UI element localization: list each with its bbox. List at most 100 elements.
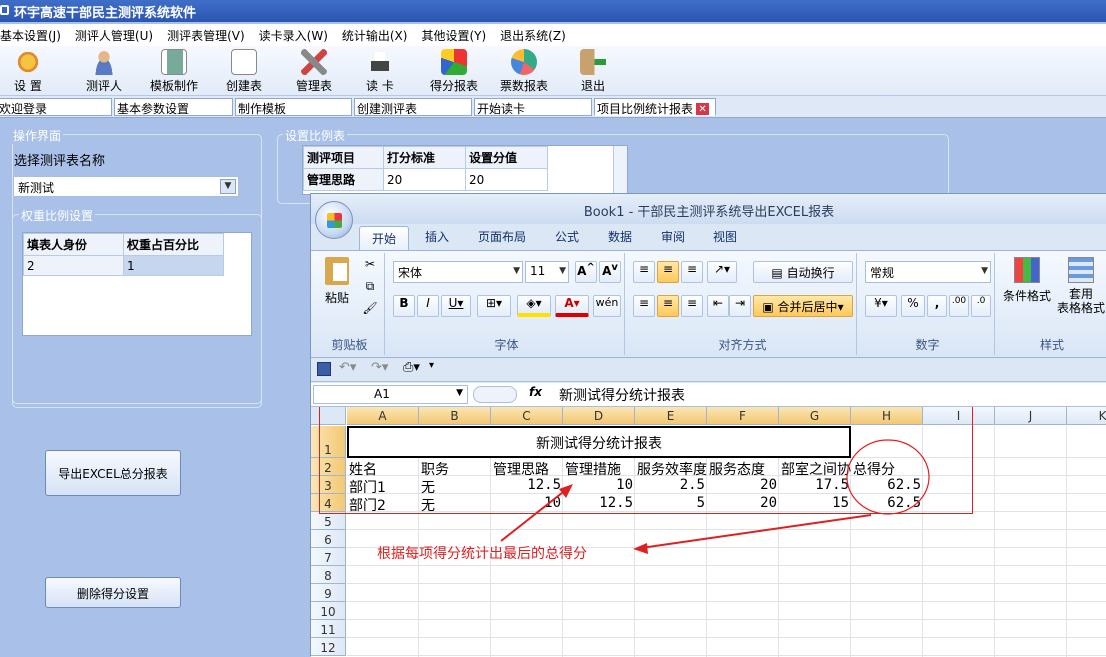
underline-icon[interactable]: U▾: [441, 295, 471, 317]
format-painter-icon[interactable]: 🖌: [361, 301, 379, 319]
score-report-button[interactable]: 得分报表: [430, 49, 478, 94]
create-form-button[interactable]: 创建表: [226, 49, 262, 94]
menu-basic-settings[interactable]: 基本设置(J): [0, 24, 61, 44]
weight-cell-percent[interactable]: 1: [123, 255, 224, 276]
number-group: 常规 ▼ ¥▾ % , .00 .0 数字: [861, 253, 995, 355]
bold-icon[interactable]: B: [393, 295, 415, 317]
delete-score-button[interactable]: 删除得分设置: [45, 577, 181, 608]
menu-other-settings[interactable]: 其他设置(Y): [421, 24, 486, 44]
menu-evaluator-management[interactable]: 测评人管理(U): [75, 24, 153, 44]
align-center-icon[interactable]: ≡: [657, 295, 679, 317]
tab-welcome[interactable]: 欢迎登录: [0, 98, 112, 116]
ratio-cell-standard[interactable]: 20: [383, 168, 466, 191]
menu-exit[interactable]: 退出系统(Z): [500, 24, 566, 44]
export-excel-button[interactable]: 导出EXCEL总分报表: [45, 450, 181, 496]
align-bottom-icon[interactable]: ≡: [681, 261, 703, 283]
undo-icon[interactable]: ↶▾: [339, 360, 356, 375]
border-icon[interactable]: ⊞▾: [477, 295, 511, 317]
name-box[interactable]: A1 ▼: [313, 385, 468, 404]
title-bar: 环宇高速干部民主测评系统软件: [0, 0, 1106, 22]
ribbon-tab-layout[interactable]: 页面布局: [478, 228, 526, 245]
conditional-format-button[interactable]: 条件格式: [999, 257, 1055, 321]
align-left-icon[interactable]: ≡: [633, 295, 655, 317]
manage-form-button[interactable]: 管理表: [296, 49, 332, 94]
ribbon-tab-data[interactable]: 数据: [608, 228, 632, 245]
weight-cell-role[interactable]: 2: [23, 255, 124, 276]
close-icon[interactable]: ✕: [696, 103, 710, 115]
read-card-button[interactable]: 读 卡: [366, 49, 394, 94]
wrap-text-button[interactable]: ▤ 自动换行: [753, 261, 853, 283]
tab-ratio-report[interactable]: 项目比例统计报表 ✕: [594, 98, 716, 116]
menu-form-management[interactable]: 测评表管理(V): [167, 24, 245, 44]
number-format-combo[interactable]: 常规 ▼: [865, 261, 991, 283]
weight-header-percent: 权重占百分比: [123, 233, 224, 256]
menu-stat-output[interactable]: 统计输出(X): [342, 24, 408, 44]
grow-font-icon[interactable]: A^: [575, 261, 597, 283]
ribbon-tab-insert[interactable]: 插入: [425, 228, 449, 245]
currency-icon[interactable]: ¥▾: [865, 295, 897, 317]
decrease-decimal-icon[interactable]: .0: [971, 295, 991, 317]
align-middle-icon[interactable]: ≡: [657, 261, 679, 283]
shrink-font-icon[interactable]: Av: [599, 261, 621, 283]
exit-button[interactable]: 退出: [580, 49, 606, 94]
tab-basic-params[interactable]: 基本参数设置: [114, 98, 233, 116]
font-size-combo[interactable]: 11 ▼: [525, 261, 569, 283]
worksheet: ABCDEFGHIJK 1 2 3 4 5 6 7 8 9 10 11 12 新测试得分统计报表 姓名…: [311, 407, 1106, 657]
settings-icon: [14, 49, 41, 75]
operation-group-title: 操作界面: [11, 127, 64, 144]
fill-color-icon[interactable]: ◈▾: [517, 295, 551, 317]
formula-toggle[interactable]: [473, 386, 517, 403]
vote-report-button[interactable]: 票数报表: [500, 49, 548, 94]
customize-qat-icon[interactable]: ▾: [429, 360, 434, 371]
evaluator-button[interactable]: 测评人: [86, 49, 122, 94]
tab-start-read[interactable]: 开始读卡: [474, 98, 592, 116]
increase-decimal-button[interactable]: .00: [949, 295, 969, 317]
phonetic-icon[interactable]: wén: [593, 295, 621, 317]
fx-icon[interactable]: fx: [529, 385, 542, 399]
select-form-label: 选择测评表名称: [14, 154, 106, 169]
font-color-icon[interactable]: A▾: [555, 295, 589, 317]
increase-indent-icon[interactable]: ⇥: [729, 295, 751, 317]
ratio-scrollbar[interactable]: [613, 146, 627, 194]
template-button[interactable]: 模板制作: [150, 49, 198, 94]
cut-icon[interactable]: ✂: [361, 257, 379, 275]
formula-bar: A1 ▼ fx 新测试得分统计报表: [311, 383, 1106, 407]
ribbon-tab-formulas[interactable]: 公式: [555, 228, 579, 245]
percent-button[interactable]: %: [901, 295, 925, 317]
ribbon-tab-view[interactable]: 视图: [713, 228, 737, 245]
italic-icon[interactable]: I: [417, 295, 439, 317]
paste-button[interactable]: 粘贴: [319, 255, 355, 313]
copy-icon[interactable]: ⧉: [361, 279, 379, 297]
clipboard-group-label: 剪贴板: [331, 338, 368, 352]
toolbar: 设 置 测评人 模板制作 创建表 管理表 读 卡 得分报表 票数报表 退出: [0, 46, 1106, 96]
chevron-down-icon: ▼: [981, 266, 988, 276]
align-group-label: 对齐方式: [718, 338, 767, 352]
ribbon-tab-home[interactable]: 开始: [359, 226, 410, 250]
comma-button[interactable]: ,: [927, 295, 947, 317]
align-right-icon[interactable]: ≡: [681, 295, 703, 317]
merge-center-button[interactable]: ▣ 合并后居中▾: [753, 295, 853, 317]
table-format-icon: [1068, 257, 1094, 283]
tab-template[interactable]: 制作模板: [235, 98, 352, 116]
decrease-indent-icon[interactable]: ⇤: [707, 295, 729, 317]
ratio-header-value: 设置分值: [465, 146, 548, 169]
align-top-icon[interactable]: ≡: [633, 261, 655, 283]
menu-card-input[interactable]: 读卡录入(W): [259, 24, 328, 44]
orientation-icon[interactable]: ↗▾: [707, 261, 737, 283]
print-icon[interactable]: ⎙▾: [403, 360, 420, 375]
ribbon-tab-review[interactable]: 审阅: [661, 228, 685, 245]
font-name-combo[interactable]: 宋体 ▼: [393, 261, 523, 283]
redo-icon[interactable]: ↷▾: [371, 360, 388, 375]
chart-icon: [441, 49, 467, 75]
styles-group: 条件格式 套用 表格格式 样式: [999, 253, 1105, 355]
settings-button[interactable]: 设 置: [14, 49, 42, 94]
arrow-to-scores: [500, 488, 568, 542]
tab-create-form[interactable]: 创建测评表: [354, 98, 472, 116]
table-format-button[interactable]: 套用 表格格式: [1055, 257, 1106, 321]
formula-content[interactable]: 新测试得分统计报表: [559, 385, 685, 405]
app-title: 环宇高速干部民主测评系统软件: [14, 6, 197, 21]
save-icon[interactable]: [317, 362, 331, 376]
number-group-label: 数字: [915, 338, 940, 352]
form-name-select[interactable]: 新测试 ▼: [13, 176, 239, 197]
ratio-cell-value[interactable]: 20: [465, 168, 548, 191]
